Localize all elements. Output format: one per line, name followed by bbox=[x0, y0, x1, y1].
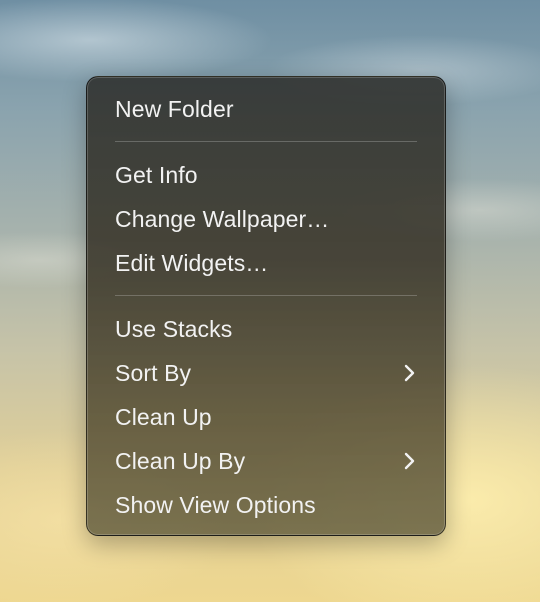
chevron-right-icon bbox=[401, 439, 417, 483]
menu-item-use-stacks[interactable]: Use Stacks bbox=[93, 307, 439, 351]
menu-item-label: Use Stacks bbox=[115, 316, 233, 342]
menu-item-label: Show View Options bbox=[115, 492, 316, 518]
menu-item-clean-up-by[interactable]: Clean Up By bbox=[93, 439, 439, 483]
menu-item-label: Get Info bbox=[115, 162, 198, 188]
chevron-right-icon bbox=[401, 351, 417, 395]
menu-item-show-view-options[interactable]: Show View Options bbox=[93, 483, 439, 527]
desktop-context-menu: New Folder Get Info Change Wallpaper… Ed… bbox=[86, 76, 446, 536]
menu-separator bbox=[115, 141, 417, 142]
menu-item-clean-up[interactable]: Clean Up bbox=[93, 395, 439, 439]
menu-item-label: Edit Widgets… bbox=[115, 250, 269, 276]
menu-item-label: New Folder bbox=[115, 96, 234, 122]
menu-item-new-folder[interactable]: New Folder bbox=[93, 87, 439, 131]
menu-item-edit-widgets[interactable]: Edit Widgets… bbox=[93, 241, 439, 285]
menu-item-label: Change Wallpaper… bbox=[115, 206, 330, 232]
menu-separator bbox=[115, 295, 417, 296]
menu-item-get-info[interactable]: Get Info bbox=[93, 153, 439, 197]
menu-item-sort-by[interactable]: Sort By bbox=[93, 351, 439, 395]
menu-item-label: Sort By bbox=[115, 360, 192, 386]
menu-item-label: Clean Up By bbox=[115, 448, 246, 474]
menu-item-change-wallpaper[interactable]: Change Wallpaper… bbox=[93, 197, 439, 241]
menu-item-label: Clean Up bbox=[115, 404, 212, 430]
